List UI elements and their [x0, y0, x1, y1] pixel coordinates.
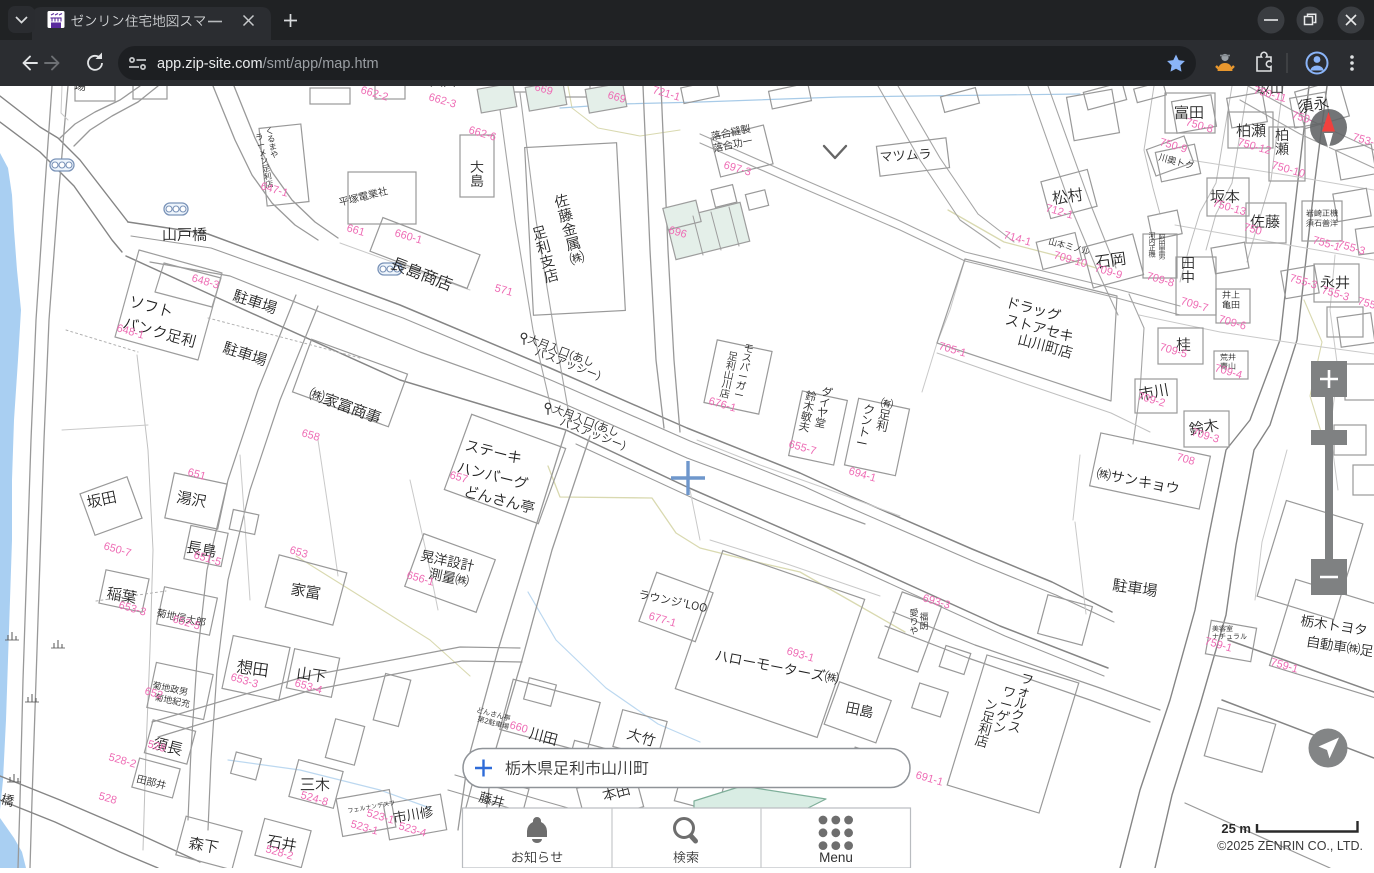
svg-text:app.zip-site.com/smt/app/map.h: app.zip-site.com/smt/app/map.htm: [157, 56, 379, 72]
svg-text:©2025 ZENRIN CO., LTD.: ©2025 ZENRIN CO., LTD.: [1217, 839, 1363, 853]
svg-text:25 m: 25 m: [1221, 821, 1251, 836]
svg-text:Menu: Menu: [819, 850, 853, 865]
